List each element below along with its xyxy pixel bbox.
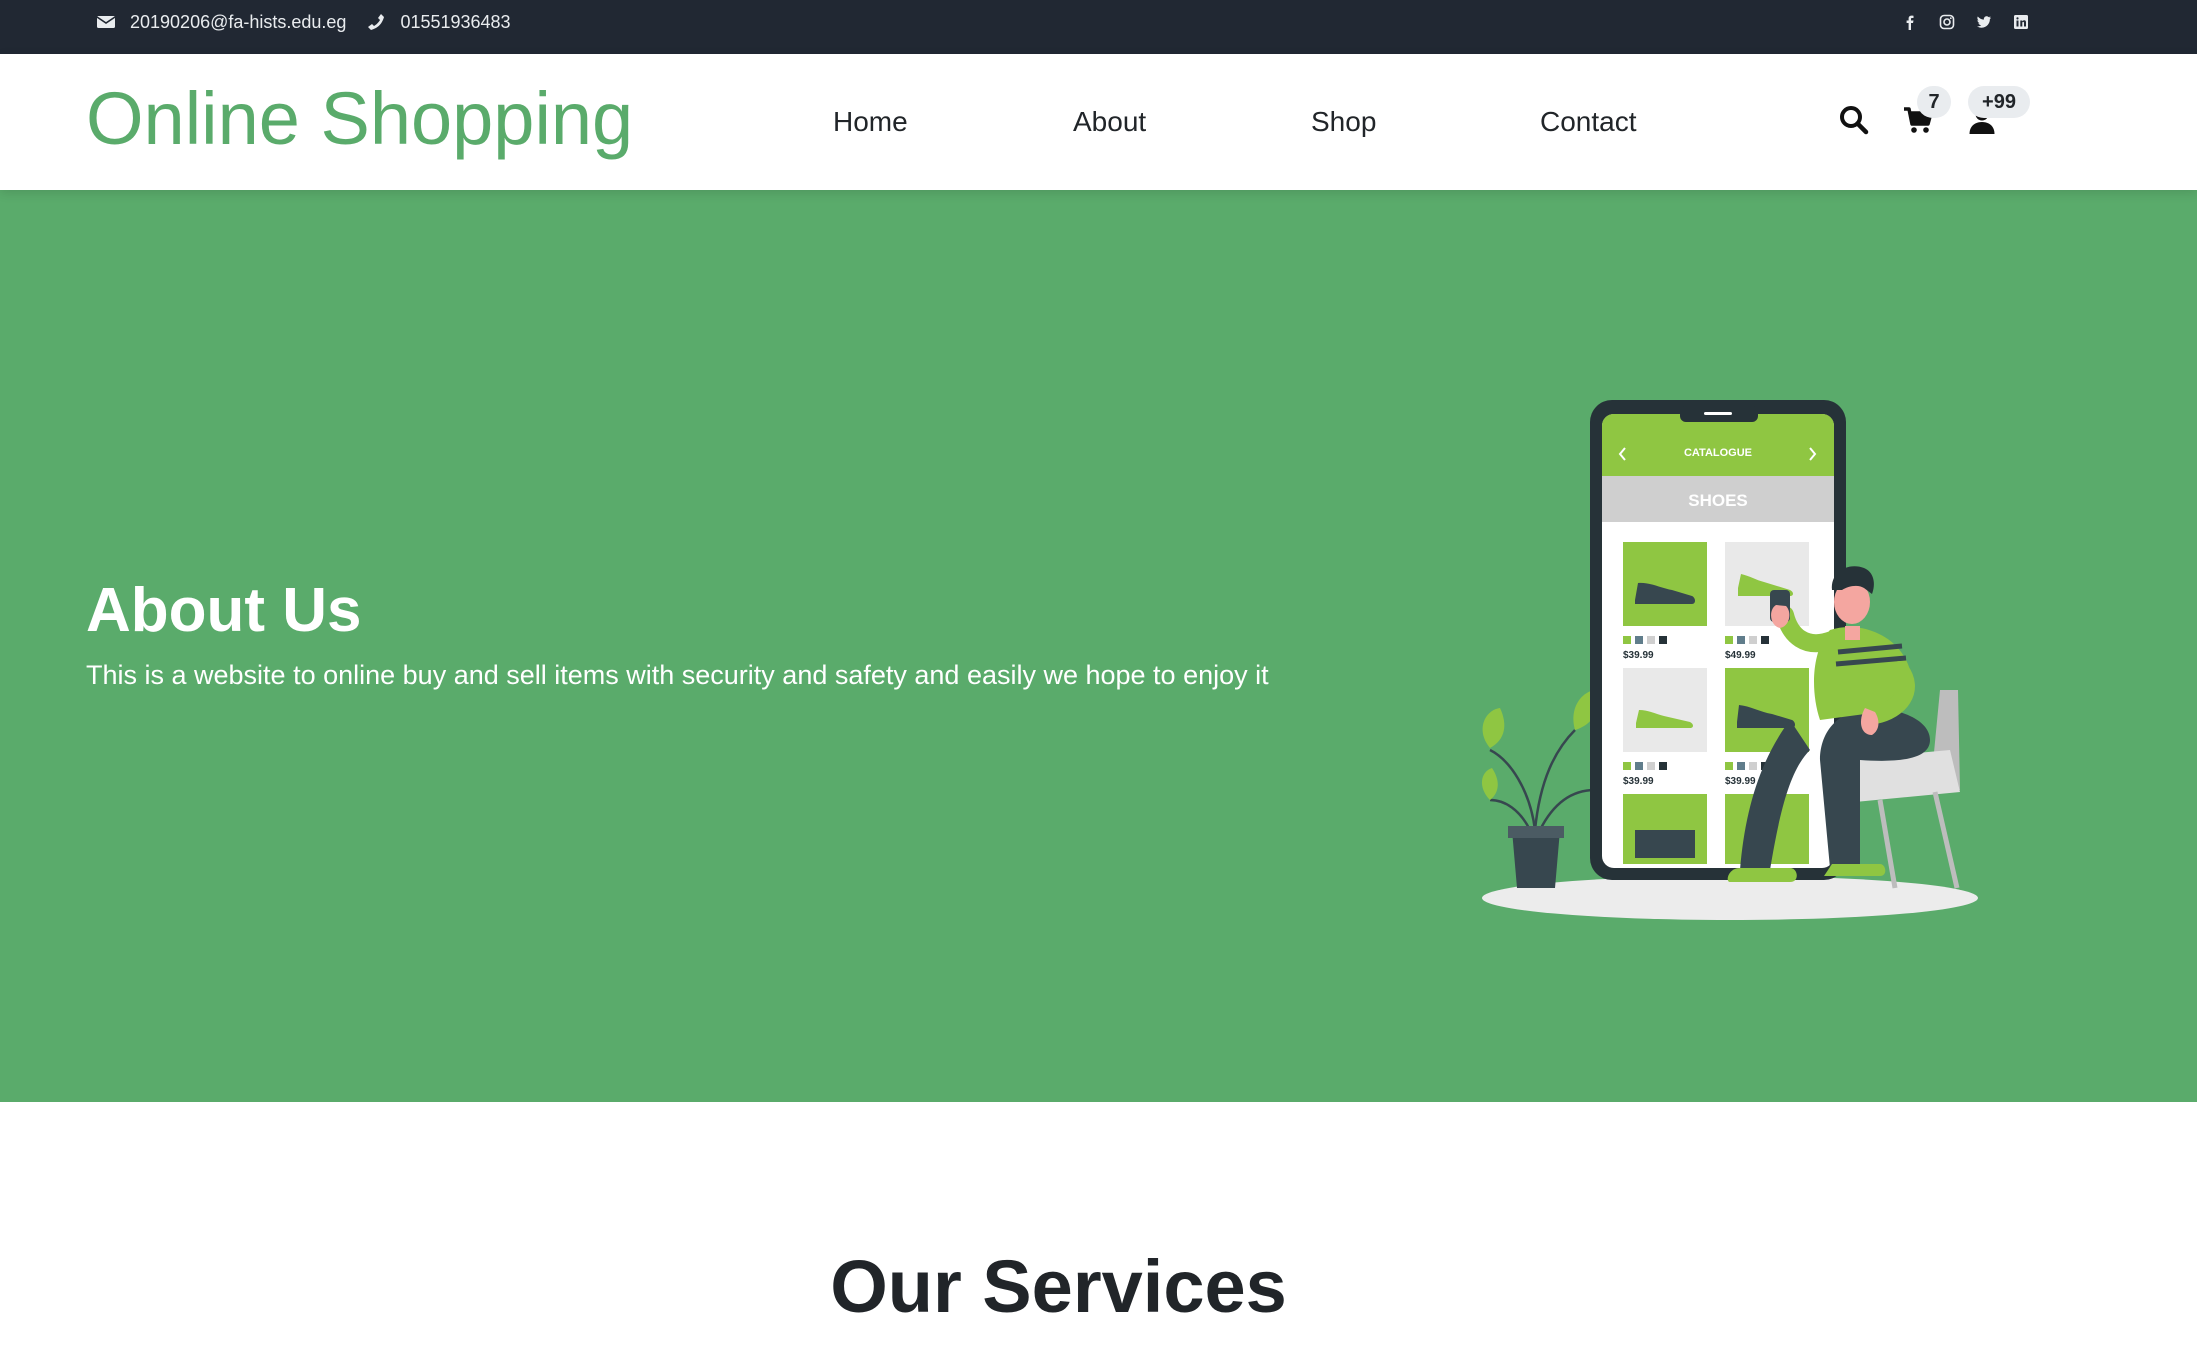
instagram-icon[interactable]: [1939, 14, 1955, 30]
twitter-icon[interactable]: [1976, 14, 1992, 30]
user-count-badge: +99: [1968, 86, 2030, 118]
screen-header-text: CATALOGUE: [1684, 447, 1752, 459]
nav-shop[interactable]: Shop: [1311, 106, 1376, 138]
main-navbar: Online Shopping Home About Shop Contact …: [0, 54, 2197, 190]
linkedin-icon[interactable]: [2013, 14, 2029, 30]
price-label: $39.99: [1623, 650, 1654, 661]
services-title: Our Services: [830, 1245, 1287, 1328]
brand-logo-text[interactable]: Online Shopping: [86, 76, 633, 161]
hero-title: About Us: [86, 576, 362, 645]
contact-info: 20190206@fa-hists.edu.eg 01551936483: [96, 0, 531, 44]
cart-count-badge: 7: [1917, 86, 1951, 118]
envelope-icon: [96, 12, 116, 32]
shopping-illustration: CATALOGUE SHOES $39.99 $49.99 $39.99 $39…: [1481, 400, 1978, 920]
top-info-bar: 20190206@fa-hists.edu.eg 01551936483: [0, 0, 2197, 54]
nav-contact[interactable]: Contact: [1540, 106, 1637, 138]
price-label: $39.99: [1623, 776, 1654, 787]
price-label: $39.99: [1725, 776, 1756, 787]
facebook-icon[interactable]: [1902, 14, 1918, 30]
nav-about[interactable]: About: [1073, 106, 1146, 138]
search-icon[interactable]: [1838, 104, 1870, 136]
price-label: $49.99: [1725, 650, 1756, 661]
phone-icon: [366, 12, 386, 32]
about-hero: About Us This is a website to online buy…: [0, 190, 2197, 1102]
nav-home[interactable]: Home: [833, 106, 908, 138]
hero-description: This is a website to online buy and sell…: [86, 660, 1269, 690]
screen-category-text: SHOES: [1688, 491, 1748, 510]
social-links: [1902, 0, 2029, 44]
contact-phone[interactable]: 01551936483: [400, 12, 510, 33]
contact-email[interactable]: 20190206@fa-hists.edu.eg: [130, 12, 346, 33]
